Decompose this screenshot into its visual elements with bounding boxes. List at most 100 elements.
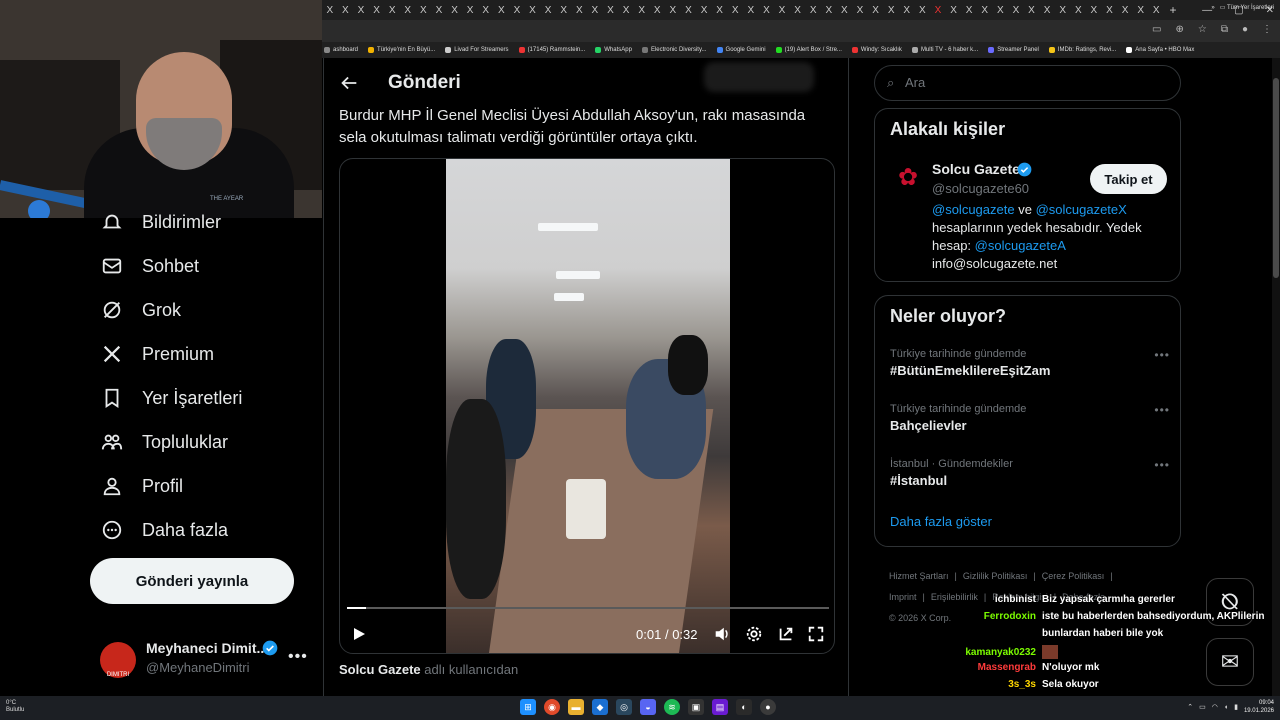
browser-tab[interactable]: X xyxy=(384,0,400,20)
picture-in-picture-icon[interactable] xyxy=(776,625,796,643)
browser-tab[interactable]: X xyxy=(1071,0,1087,20)
browser-tab[interactable]: X xyxy=(462,0,478,20)
bookmark-item[interactable]: (19) Alert Box / Stre... xyxy=(775,47,842,53)
file-explorer-icon[interactable]: ▬ xyxy=(568,699,584,715)
browser-menu-icon[interactable]: ⋮ xyxy=(1262,24,1272,35)
chat-username[interactable]: kamanyak0232 xyxy=(940,647,1036,658)
nav-item-x-logo[interactable]: Premium xyxy=(100,342,214,366)
browser-tab[interactable]: X xyxy=(369,0,385,20)
bookmark-item[interactable]: Livad For Streamers xyxy=(445,47,509,53)
bookmark-item[interactable]: WhatsApp xyxy=(595,47,632,53)
browser-tab[interactable]: X xyxy=(727,0,743,20)
nav-item-person[interactable]: Profil xyxy=(100,474,183,498)
browser-tab[interactable]: X xyxy=(1133,0,1149,20)
bookmark-item[interactable]: Ana Sayfa • HBO Max xyxy=(1126,47,1194,53)
browser-tab[interactable]: X xyxy=(618,0,634,20)
nav-item-mail[interactable]: Sohbet xyxy=(100,254,199,278)
back-arrow-icon[interactable] xyxy=(338,72,360,94)
chat-username[interactable]: 3s_3s xyxy=(940,679,1036,690)
profile-icon[interactable]: ● xyxy=(1242,24,1248,35)
trend-item[interactable]: İstanbul · Gündemdekiler #İstanbul ••• xyxy=(890,458,1170,488)
scrollbar-thumb[interactable] xyxy=(1273,78,1279,278)
cast-icon[interactable]: ▭ xyxy=(1152,24,1161,35)
new-tab-button[interactable]: + xyxy=(1164,3,1182,17)
trend-more-icon[interactable]: ••• xyxy=(1154,403,1170,417)
browser-tab[interactable]: X xyxy=(977,0,993,20)
scrollbar[interactable] xyxy=(1272,58,1280,696)
obs-icon[interactable]: ● xyxy=(760,699,776,715)
browser-tab[interactable]: X xyxy=(1039,0,1055,20)
address-bar[interactable]: ▭ ⊕ ☆ ⧉ ● ⋮ xyxy=(322,20,1280,42)
browser-tab[interactable]: X xyxy=(494,0,510,20)
settings-gear-icon[interactable] xyxy=(744,625,764,643)
browser-tab[interactable]: X xyxy=(852,0,868,20)
chat-username[interactable]: Ferrodoxin xyxy=(940,611,1036,622)
browser-tab[interactable]: X xyxy=(1055,0,1071,20)
trend-item[interactable]: Türkiye tarihinde gündemde Bahçelievler ••… xyxy=(890,403,1170,433)
chat-username[interactable]: Massengrab xyxy=(940,662,1036,673)
windows-start-icon[interactable]: ⊞ xyxy=(520,699,536,715)
nav-item-bookmark[interactable]: Yer İşaretleri xyxy=(100,386,242,410)
fullscreen-icon[interactable] xyxy=(806,625,826,643)
messages-fab-icon[interactable]: ✉ xyxy=(1206,638,1254,686)
account-more-icon[interactable]: ••• xyxy=(288,648,308,666)
browser-tab[interactable]: X xyxy=(1148,0,1164,20)
bookmark-item[interactable]: Türkiye'nin En Büyü... xyxy=(368,47,435,53)
browser-tab[interactable]: X xyxy=(1102,0,1118,20)
play-icon[interactable] xyxy=(352,627,366,641)
browser-tab[interactable]: X xyxy=(1117,0,1133,20)
browser-tab[interactable]: X xyxy=(603,0,619,20)
bio-link[interactable]: @solcugazete xyxy=(932,202,1015,217)
follow-button[interactable]: Takip et xyxy=(1090,164,1167,194)
trend-more-icon[interactable]: ••• xyxy=(1154,348,1170,362)
nav-item-bell[interactable]: Bildirimler xyxy=(100,210,221,234)
browser-tab[interactable]: X xyxy=(338,0,354,20)
browser-tab[interactable]: X xyxy=(1024,0,1040,20)
browser-tab[interactable]: X xyxy=(868,0,884,20)
bookmarks-all-folder[interactable]: » ▭ Tüm Yer İşaretleri xyxy=(1211,4,1274,11)
footer-link[interactable]: Çerez Politikası xyxy=(1042,571,1105,581)
browser-tab[interactable]: X xyxy=(899,0,915,20)
nav-item-grok[interactable]: Grok xyxy=(100,298,181,322)
browser-tab[interactable]: X xyxy=(509,0,525,20)
nav-item-communities[interactable]: Topluluklar xyxy=(100,430,228,454)
video-player[interactable]: 0:01 / 0:32 xyxy=(339,158,835,654)
speaker-icon[interactable]: ◖ xyxy=(1224,704,1228,711)
zoom-icon[interactable]: ⊕ xyxy=(1175,24,1183,35)
extensions-icon[interactable]: ⧉ xyxy=(1221,24,1228,35)
bookmarks-more[interactable]: » xyxy=(1211,5,1214,11)
star-icon[interactable]: ☆ xyxy=(1198,24,1207,35)
bookmark-item[interactable]: ashboard xyxy=(324,47,358,53)
tray-app-icon[interactable]: ▭ xyxy=(1199,703,1206,711)
browser-tab[interactable]: X xyxy=(837,0,853,20)
footer-link[interactable]: Hizmet Şartları xyxy=(889,571,949,581)
browser-tab[interactable]: X xyxy=(712,0,728,20)
video-source-name[interactable]: Solcu Gazete xyxy=(339,662,421,677)
tray-chevron-icon[interactable]: ⌃ xyxy=(1187,703,1193,711)
bio-link[interactable]: @solcugazeteA xyxy=(975,238,1066,253)
browser-tab[interactable]: X xyxy=(774,0,790,20)
browser-tab[interactable]: X xyxy=(961,0,977,20)
related-person-name[interactable]: Solcu Gazete xyxy=(932,161,1020,177)
browser-tab[interactable]: X xyxy=(743,0,759,20)
browser-tab[interactable]: X xyxy=(400,0,416,20)
search-input[interactable]: ⌕ Ara xyxy=(874,65,1181,101)
spotify-icon[interactable]: ≋ xyxy=(664,699,680,715)
browser-tab[interactable]: X xyxy=(447,0,463,20)
bookmark-item[interactable]: Streamer Panel xyxy=(988,47,1039,53)
app-icon[interactable]: ▤ xyxy=(712,699,728,715)
browser-tab[interactable]: X xyxy=(556,0,572,20)
browser-tab[interactable]: X xyxy=(883,0,899,20)
browser-tab[interactable]: X xyxy=(759,0,775,20)
browser-tab[interactable]: X xyxy=(478,0,494,20)
browser-tab[interactable]: X xyxy=(930,0,946,20)
browser-tab[interactable]: X xyxy=(1008,0,1024,20)
browser-tab[interactable]: X xyxy=(431,0,447,20)
bookmark-item[interactable]: Multi TV - 6 haber k... xyxy=(911,47,978,53)
chrome-icon[interactable]: ◉ xyxy=(544,699,560,715)
browser-tab[interactable]: X xyxy=(540,0,556,20)
bookmark-item[interactable]: IMDb: Ratings, Revi... xyxy=(1048,47,1116,53)
bookmark-item[interactable]: Google Gemini xyxy=(716,47,766,53)
browser-tab[interactable]: X xyxy=(993,0,1009,20)
browser-tab[interactable]: X xyxy=(696,0,712,20)
